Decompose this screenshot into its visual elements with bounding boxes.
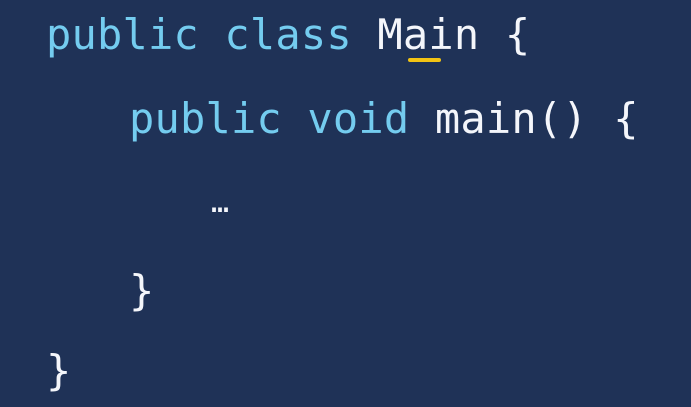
highlight-underline-marker [408,58,441,62]
code-line-method-declaration: public void main() { [129,98,639,140]
method-name: main() [434,94,588,143]
code-line-method-close: } [129,270,155,312]
code-line-ellipsis: … [211,188,229,218]
code-line-class-close: } [46,350,72,392]
code-canvas: public class Main { public void main() {… [0,0,691,407]
code-line-class-declaration: public class Main { [46,14,530,56]
keyword-public: public [46,10,199,59]
close-brace: } [46,346,72,395]
keyword-void: void [307,94,410,143]
close-brace: } [129,266,155,315]
open-brace: { [613,94,639,143]
ellipsis-placeholder: … [211,185,230,220]
open-brace: { [504,10,531,59]
keyword-public: public [129,94,282,143]
class-name: Main [377,10,480,59]
keyword-class: class [224,10,352,59]
